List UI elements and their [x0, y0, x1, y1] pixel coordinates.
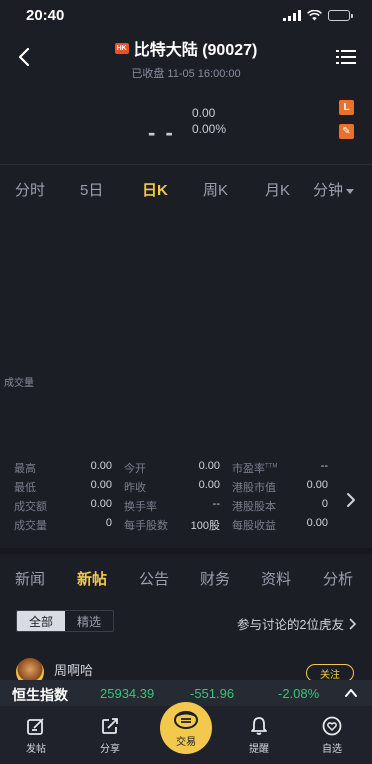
stats-row: 最低 0.00 昨收 0.00 港股市值 0.00: [0, 479, 340, 498]
status-bar: 20:40: [0, 0, 372, 30]
list-menu-icon[interactable]: [336, 48, 356, 66]
stat-label: 成交量: [14, 520, 47, 532]
caret-down-icon: [346, 188, 355, 194]
filter-featured[interactable]: 精选: [65, 611, 113, 631]
price-change: 0.00: [192, 106, 216, 120]
post-filter: 全部 精选 参与讨论的2位虎友: [0, 608, 372, 634]
discussion-text: 参与讨论的2位虎友: [237, 618, 344, 632]
nav-post[interactable]: 发帖: [14, 716, 58, 755]
nav-watchlist[interactable]: 自选: [310, 716, 354, 755]
stat-value: 0.00: [90, 498, 112, 510]
tab-financials[interactable]: 财务: [200, 568, 230, 589]
stat-label: 昨收: [124, 482, 146, 494]
tab-announcements[interactable]: 公告: [139, 568, 169, 589]
tab-daily-k[interactable]: 日K: [142, 179, 168, 200]
nav-share-label: 分享: [100, 744, 120, 755]
stat-value: 100股: [190, 520, 220, 532]
stat-value: 0.00: [198, 460, 220, 472]
chevron-right-icon[interactable]: [344, 490, 358, 510]
nav-alerts[interactable]: 提醒: [237, 716, 281, 755]
page-title: 比特大陆 (90027): [133, 42, 258, 59]
title-block: HK 比特大陆 (90027) 已收盘 11-05 16:00:00: [0, 36, 372, 81]
stat-value: 0.00: [90, 460, 112, 472]
nav-share[interactable]: 分享: [88, 716, 132, 755]
stat-label: 成交额: [14, 501, 47, 513]
index-change: -551.96: [190, 686, 235, 701]
stat-value: 0: [105, 517, 112, 529]
stat-value: 0.00: [90, 479, 112, 491]
quote-panel: - - 0.00 0.00% L ✎: [0, 92, 372, 160]
edit-drawing-icon[interactable]: ✎: [339, 124, 354, 139]
tab-analysis[interactable]: 分析: [323, 568, 353, 589]
stat-label: 最低: [14, 482, 36, 494]
nav-post-label: 发帖: [26, 744, 46, 755]
filter-all[interactable]: 全部: [17, 611, 65, 631]
tab-minute-label: 分钟: [313, 182, 344, 199]
tab-profile[interactable]: 资料: [261, 568, 291, 589]
stat-value: 0.00: [198, 479, 220, 491]
stats-grid[interactable]: 最高 0.00 今开 0.00 市盈率TTM -- 最低 0.00 昨收 0.0…: [0, 456, 372, 534]
market-status: 已收盘 11-05 16:00:00: [131, 68, 241, 80]
stat-value: 0.00: [306, 517, 328, 529]
status-time: 20:40: [26, 6, 65, 24]
stat-label: 换手率: [124, 501, 157, 513]
segmented-control: 全部 精选: [16, 610, 114, 632]
tab-monthly-k[interactable]: 月K: [265, 179, 290, 200]
tab-new-posts[interactable]: 新帖: [77, 568, 107, 589]
stats-row: 最高 0.00 今开 0.00 市盈率TTM --: [0, 460, 340, 479]
index-name: 恒生指数: [12, 687, 68, 703]
period-tabs: 分时 5日 日K 周K 月K 分钟: [0, 175, 372, 205]
bottom-nav: 发帖 分享 交易 提醒 自选: [0, 702, 372, 764]
chevron-right-icon: [349, 617, 356, 630]
trade-icon: [174, 710, 198, 729]
nav-alerts-label: 提醒: [249, 744, 269, 755]
post-icon: [27, 718, 44, 735]
stat-label: 最高: [14, 463, 36, 475]
discussion-participants-link[interactable]: 参与讨论的2位虎友: [237, 614, 356, 633]
status-indicators: [283, 9, 353, 21]
post-username[interactable]: 周啊哈: [54, 660, 93, 679]
wifi-icon: [307, 9, 322, 20]
last-price: - -: [148, 120, 175, 145]
trade-label: 交易: [176, 736, 196, 748]
heart-icon: [322, 716, 342, 736]
tab-minute[interactable]: 分钟: [313, 179, 355, 200]
stat-label: 今开: [124, 463, 146, 475]
index-value: 25934.39: [100, 686, 155, 701]
tab-news[interactable]: 新闻: [15, 568, 45, 589]
divider: [0, 164, 372, 165]
cellular-signal-icon: [283, 9, 301, 21]
tab-weekly-k[interactable]: 周K: [203, 179, 228, 200]
tab-5day[interactable]: 5日: [80, 179, 103, 200]
level2-icon[interactable]: L: [339, 100, 354, 115]
stock-header: HK 比特大陆 (90027) 已收盘 11-05 16:00:00: [0, 30, 372, 86]
share-icon: [102, 718, 118, 734]
stat-value: 0: [321, 498, 328, 510]
stat-label-text: 市盈率: [232, 463, 265, 475]
battery-icon: [328, 9, 353, 21]
section-divider: [0, 548, 372, 554]
trade-button[interactable]: 交易: [160, 702, 212, 754]
stat-value: --: [320, 460, 328, 472]
chevron-up-icon[interactable]: [344, 686, 358, 700]
index-change-percent: -2.08%: [278, 686, 320, 701]
bell-icon: [251, 717, 267, 735]
kline-chart[interactable]: [0, 208, 372, 448]
content-tabs: 新闻 新帖 公告 财务 资料 分析: [0, 560, 372, 596]
stat-value: --: [212, 498, 220, 510]
nav-watchlist-label: 自选: [322, 744, 342, 755]
volume-label: 成交量: [4, 378, 34, 389]
stat-value: 0.00: [306, 479, 328, 491]
stats-row: 成交额 0.00 换手率 -- 港股股本 0: [0, 498, 340, 517]
market-badge: HK: [114, 42, 129, 54]
price-change-percent: 0.00%: [192, 122, 227, 136]
tab-intraday[interactable]: 分时: [15, 179, 45, 200]
stats-row: 成交量 0 每手股数 100股 每股收益 0.00: [0, 517, 340, 536]
